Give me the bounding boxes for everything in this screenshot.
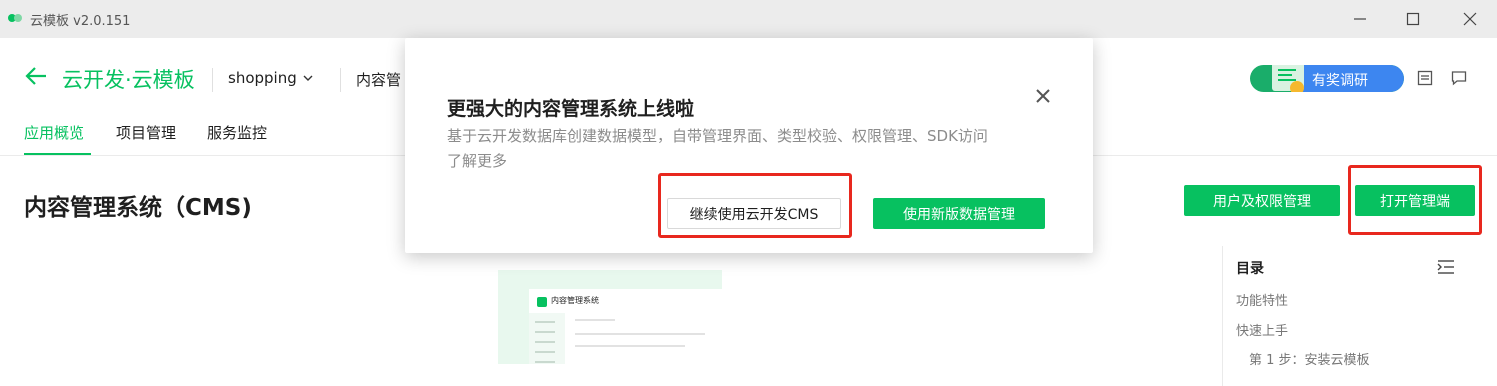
cms-preview-image: 内容管理系统	[498, 270, 722, 364]
close-icon[interactable]	[1445, 0, 1495, 38]
breadcrumb-current[interactable]: 内容管	[356, 69, 401, 90]
user-permissions-button[interactable]: 用户及权限管理	[1184, 185, 1340, 216]
env-selector-value: shopping	[228, 69, 297, 87]
app-logo-icon	[8, 14, 22, 22]
new-data-management-button[interactable]: 使用新版数据管理	[873, 198, 1045, 229]
window-titlebar: 云模板 v2.0.151	[0, 0, 1497, 38]
header-divider	[212, 68, 213, 92]
highlight-box	[1348, 165, 1482, 235]
modal-title: 更强大的内容管理系统上线啦	[447, 98, 695, 120]
toc-item[interactable]: 快速上手	[1236, 320, 1288, 339]
page-title: 内容管理系统（CMS)	[24, 195, 252, 221]
minimize-icon[interactable]	[1335, 0, 1385, 38]
maximize-icon[interactable]	[1388, 0, 1438, 38]
tab-monitoring[interactable]: 服务监控	[207, 122, 267, 143]
collapse-toc-icon[interactable]	[1437, 260, 1455, 274]
preview-logo-icon	[537, 297, 547, 307]
close-icon[interactable]	[1034, 87, 1052, 105]
toc-title: 目录	[1236, 261, 1264, 277]
preview-line	[575, 345, 685, 347]
header-divider	[340, 68, 341, 92]
preview-line	[575, 333, 705, 335]
window-title: 云模板 v2.0.151	[30, 14, 131, 29]
survey-label: 有奖调研	[1312, 73, 1368, 89]
preview-line	[575, 319, 615, 321]
brand-title[interactable]: 云开发·云模板	[62, 64, 195, 94]
preview-sidebar	[529, 313, 565, 364]
env-selector[interactable]: shopping	[228, 69, 313, 87]
back-arrow-icon[interactable]	[24, 66, 48, 86]
toc-item[interactable]: 第 1 步：安装云模板	[1249, 349, 1370, 368]
preview-card: 内容管理系统	[529, 289, 722, 364]
star-badge-icon	[1290, 81, 1304, 92]
modal-description: 基于云开发数据库创建数据模型，自带管理界面、类型校验、权限管理、SDK访问	[447, 127, 988, 145]
table-of-contents: 目录 功能特性 快速上手 第 1 步：安装云模板	[1222, 246, 1476, 386]
learn-more-link[interactable]: 了解更多	[447, 150, 507, 171]
message-icon[interactable]	[1451, 70, 1467, 86]
highlight-box	[658, 173, 852, 238]
toc-item[interactable]: 功能特性	[1236, 290, 1288, 309]
tab-overview[interactable]: 应用概览	[24, 122, 84, 143]
document-list-icon[interactable]	[1417, 70, 1433, 86]
chevron-down-icon	[303, 75, 313, 81]
tab-projects[interactable]: 项目管理	[116, 122, 176, 143]
survey-button[interactable]: 有奖调研	[1250, 65, 1404, 92]
preview-title: 内容管理系统	[551, 296, 599, 305]
